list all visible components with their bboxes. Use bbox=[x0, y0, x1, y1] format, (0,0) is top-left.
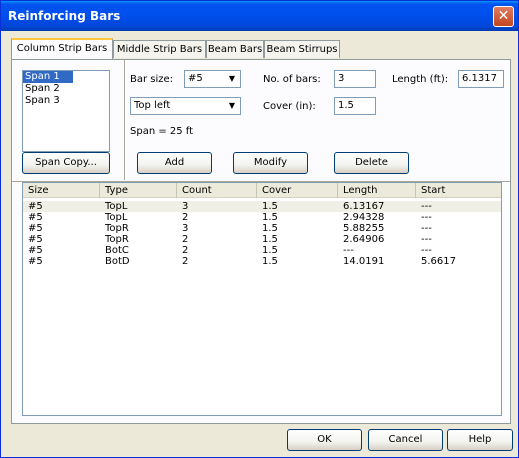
length-label: Length (ft): bbox=[392, 74, 449, 85]
cell-cover: 1.5 bbox=[262, 234, 278, 245]
table-row[interactable]: #5 TopL 2 1.5 2.94328 --- bbox=[23, 212, 501, 223]
bar-size-select[interactable]: #5 ▼ bbox=[184, 70, 241, 88]
cell-size: #5 bbox=[28, 256, 43, 267]
column-header-cover[interactable]: Cover bbox=[257, 183, 338, 198]
cell-length: --- bbox=[343, 245, 354, 256]
span-copy-button[interactable]: Span Copy... bbox=[22, 152, 110, 174]
cell-length: 2.94328 bbox=[343, 212, 385, 223]
column-header-type[interactable]: Type bbox=[100, 183, 177, 198]
cell-type: TopL bbox=[105, 201, 128, 212]
cover-label: Cover (in): bbox=[263, 101, 316, 112]
cell-cover: 1.5 bbox=[262, 223, 278, 234]
cell-size: #5 bbox=[28, 245, 43, 256]
reinforcing-bars-dialog: Reinforcing Bars ✕ Column Strip Bars Mid… bbox=[0, 0, 519, 458]
delete-button[interactable]: Delete bbox=[334, 152, 409, 174]
cover-input[interactable]: 1.5 bbox=[334, 97, 376, 115]
cell-length: 14.0191 bbox=[343, 256, 385, 267]
column-header-start[interactable]: Start bbox=[416, 183, 501, 198]
tab-beam-bars[interactable]: Beam Bars bbox=[206, 40, 264, 58]
cell-count: 2 bbox=[182, 234, 189, 245]
cell-cover: 1.5 bbox=[262, 212, 278, 223]
no-of-bars-label: No. of bars: bbox=[263, 74, 321, 85]
close-icon: ✕ bbox=[497, 8, 510, 24]
cell-count: 3 bbox=[182, 201, 189, 212]
cell-count: 2 bbox=[182, 212, 189, 223]
cell-type: BotD bbox=[105, 256, 130, 267]
add-button[interactable]: Add bbox=[137, 152, 212, 174]
bar-position-value: Top left bbox=[134, 100, 171, 111]
cell-start: --- bbox=[421, 223, 432, 234]
cell-start: 5.6617 bbox=[421, 256, 456, 267]
cell-cover: 1.5 bbox=[262, 256, 278, 267]
cell-type: TopL bbox=[105, 212, 128, 223]
modify-button[interactable]: Modify bbox=[233, 152, 308, 174]
cell-length: 5.88255 bbox=[343, 223, 385, 234]
cell-type: BotC bbox=[105, 245, 129, 256]
bar-size-label: Bar size: bbox=[130, 74, 174, 85]
span-list-item[interactable]: Span 2 bbox=[23, 83, 109, 95]
column-header-length[interactable]: Length bbox=[338, 183, 416, 198]
cell-size: #5 bbox=[28, 201, 43, 212]
cell-start: --- bbox=[421, 212, 432, 223]
span-length-text: Span = 25 ft bbox=[130, 126, 194, 137]
cell-cover: 1.5 bbox=[262, 245, 278, 256]
cell-count: 3 bbox=[182, 223, 189, 234]
bars-table[interactable]: Size Type Count Cover Length Start #5 To… bbox=[22, 182, 502, 416]
chevron-down-icon[interactable]: ▼ bbox=[225, 72, 239, 86]
bar-size-value: #5 bbox=[188, 73, 203, 84]
bar-position-select[interactable]: Top left ▼ bbox=[130, 97, 241, 115]
table-header: Size Type Count Cover Length Start bbox=[23, 183, 501, 198]
span-list-item[interactable]: Span 1 bbox=[23, 71, 73, 83]
title-bar[interactable]: Reinforcing Bars ✕ bbox=[1, 1, 518, 31]
length-input[interactable]: 6.1317 bbox=[458, 70, 504, 88]
cell-cover: 1.5 bbox=[262, 201, 278, 212]
span-list[interactable]: Span 1 Span 2 Span 3 bbox=[22, 70, 110, 152]
cell-size: #5 bbox=[28, 212, 43, 223]
column-header-count[interactable]: Count bbox=[177, 183, 257, 198]
column-strip-bars-panel: Span 1 Span 2 Span 3 Bar size: #5 ▼ Top … bbox=[11, 59, 511, 424]
cell-size: #5 bbox=[28, 234, 43, 245]
cell-start: --- bbox=[421, 245, 432, 256]
cell-start: --- bbox=[421, 201, 432, 212]
vertical-divider bbox=[124, 60, 126, 180]
cell-start: --- bbox=[421, 234, 432, 245]
cell-size: #5 bbox=[28, 223, 43, 234]
close-button[interactable]: ✕ bbox=[493, 6, 514, 27]
tab-column-strip-bars[interactable]: Column Strip Bars bbox=[11, 38, 113, 59]
table-row[interactable]: #5 BotD 2 1.5 14.0191 5.6617 bbox=[23, 256, 501, 267]
ok-button[interactable]: OK bbox=[287, 429, 362, 451]
cancel-button[interactable]: Cancel bbox=[368, 429, 443, 451]
chevron-down-icon[interactable]: ▼ bbox=[225, 99, 239, 113]
cell-type: TopR bbox=[105, 234, 129, 245]
cell-length: 6.13167 bbox=[343, 201, 385, 212]
tab-beam-stirrups[interactable]: Beam Stirrups bbox=[264, 40, 340, 58]
help-button[interactable]: Help bbox=[447, 429, 513, 451]
span-list-item[interactable]: Span 3 bbox=[23, 95, 109, 107]
cell-count: 2 bbox=[182, 256, 189, 267]
cell-length: 2.64906 bbox=[343, 234, 385, 245]
table-row[interactable]: #5 BotC 2 1.5 --- --- bbox=[23, 245, 501, 256]
cell-type: TopR bbox=[105, 223, 129, 234]
window-title: Reinforcing Bars bbox=[8, 9, 121, 23]
cell-count: 2 bbox=[182, 245, 189, 256]
column-header-size[interactable]: Size bbox=[23, 183, 100, 198]
no-of-bars-input[interactable]: 3 bbox=[334, 70, 376, 88]
table-row[interactable]: #5 TopL 3 1.5 6.13167 --- bbox=[23, 201, 501, 212]
tab-middle-strip-bars[interactable]: Middle Strip Bars bbox=[113, 40, 206, 58]
table-row[interactable]: #5 TopR 2 1.5 2.64906 --- bbox=[23, 234, 501, 245]
table-row[interactable]: #5 TopR 3 1.5 5.88255 --- bbox=[23, 223, 501, 234]
